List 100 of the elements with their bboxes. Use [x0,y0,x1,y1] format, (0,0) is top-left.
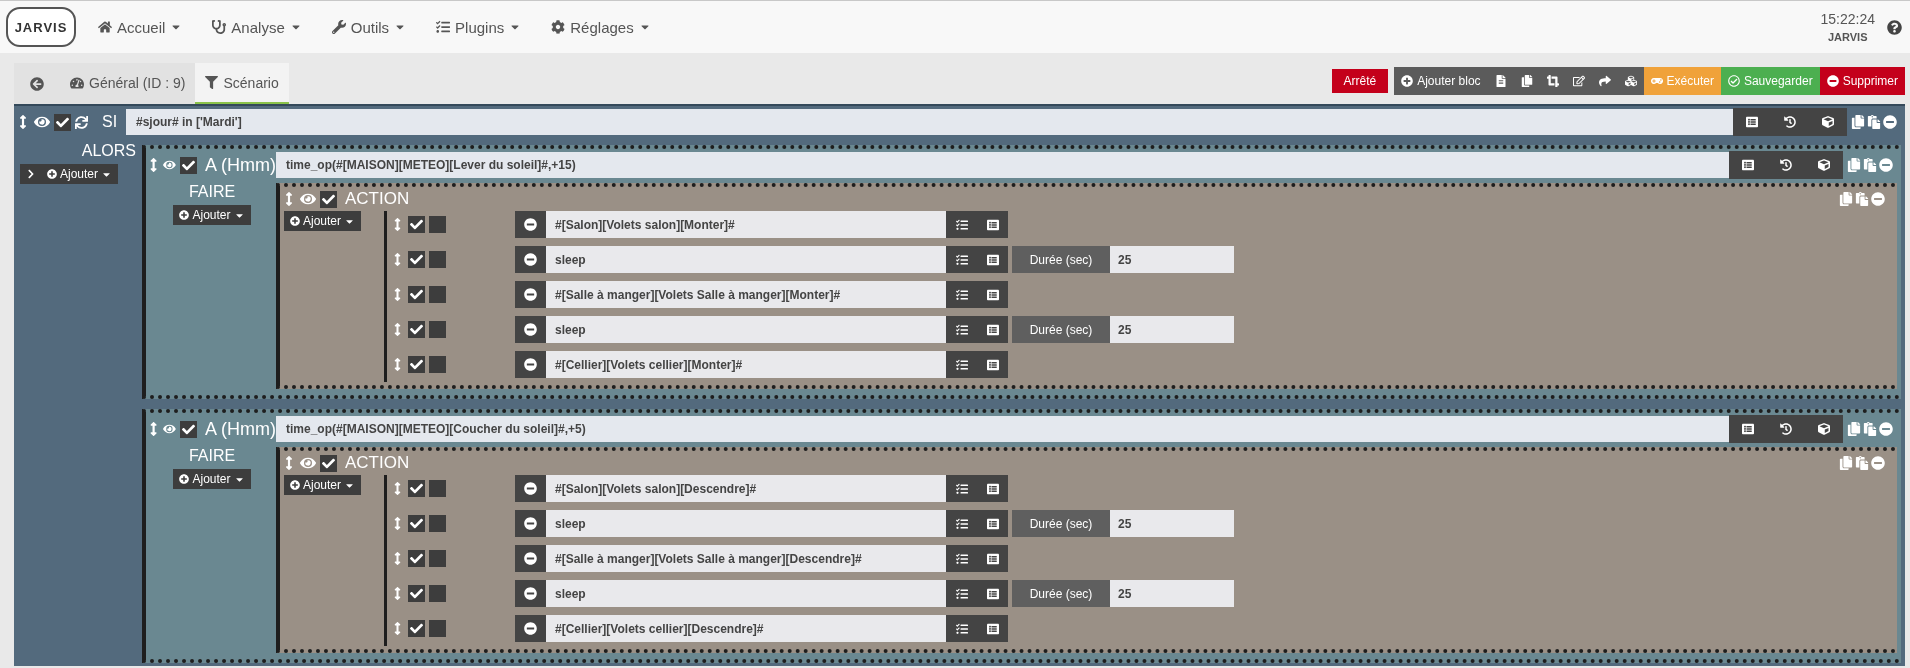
remove-button[interactable] [515,281,546,308]
menu-item[interactable]: Analyse [212,18,302,36]
remove-button[interactable] [515,351,546,378]
checkbox[interactable] [320,190,337,208]
list-button[interactable] [977,510,1008,537]
refresh-icon[interactable] [75,115,88,129]
list-button[interactable] [977,246,1008,273]
remove-button[interactable] [515,246,546,273]
remove-icon[interactable] [1879,158,1893,172]
paste-icon[interactable] [1863,158,1877,172]
checkbox[interactable] [408,585,425,602]
list-button[interactable] [977,615,1008,642]
remove-icon[interactable] [1879,422,1893,436]
command-field[interactable]: sleep [546,246,946,273]
remove-icon[interactable] [1871,456,1885,470]
checkbox[interactable] [408,515,425,532]
checklist-button[interactable] [946,580,977,607]
command-field[interactable]: #[Cellier][Volets cellier][Monter]# [546,351,946,378]
cubes-button[interactable] [1617,66,1644,95]
checklist-button[interactable] [946,246,977,273]
option-field[interactable]: 25 [1110,510,1234,537]
checkbox[interactable] [429,620,446,637]
checkbox[interactable] [429,321,446,338]
menu-item[interactable]: Outils [331,18,407,36]
add-button[interactable]: Ajouter [173,205,251,225]
checklist-button[interactable] [946,475,977,502]
remove-icon[interactable] [1871,192,1885,206]
remove-button[interactable] [515,316,546,343]
option-field[interactable]: 25 [1110,316,1234,343]
checkbox[interactable] [429,356,446,373]
checkbox[interactable] [408,356,425,373]
command-field[interactable]: #[Salle à manger][Volets Salle à manger][Descendre]# [546,545,946,572]
add-button[interactable]: Ajouter [173,469,251,489]
tab[interactable]: Général (ID : 9) [60,63,196,104]
checklist-button[interactable] [946,316,977,343]
command-field[interactable]: #[Salle à manger][Volets Salle à manger][Monter]# [546,281,946,308]
action-button[interactable]: Supprimer [1819,66,1905,95]
paste-icon[interactable] [1867,115,1881,129]
checkbox[interactable] [429,251,446,268]
command-field[interactable]: #[Cellier][Volets cellier][Descendre]# [546,615,946,642]
menu-item[interactable]: Plugins [436,18,522,36]
option-field[interactable]: 25 [1110,580,1234,607]
checklist-button[interactable] [946,510,977,537]
checkbox[interactable] [429,585,446,602]
checkbox[interactable] [429,550,446,567]
eye-icon[interactable] [300,191,316,207]
checkbox[interactable] [180,420,197,438]
checklist-button[interactable] [946,351,977,378]
remove-button[interactable] [515,510,546,537]
paste-icon[interactable] [1855,192,1869,206]
remove-button[interactable] [515,475,546,502]
copy-icon[interactable] [1839,456,1853,470]
option-field[interactable]: 25 [1110,246,1234,273]
list-button[interactable] [977,281,1008,308]
menu-item[interactable]: Réglages [551,18,651,36]
checkbox[interactable] [180,156,197,174]
command-field[interactable]: sleep [546,580,946,607]
remove-icon[interactable] [1883,115,1897,129]
copy-icon[interactable] [1851,115,1865,129]
eye-icon[interactable] [300,455,316,471]
copy-icon[interactable] [1839,192,1853,206]
checkbox[interactable] [429,480,446,497]
list-button[interactable] [977,351,1008,378]
tab[interactable]: Scénario [195,63,289,104]
paste-icon[interactable] [1855,456,1869,470]
checkbox[interactable] [429,515,446,532]
command-field[interactable]: sleep [546,510,946,537]
copy-icon[interactable] [1847,158,1861,172]
eye-icon[interactable] [34,114,50,130]
add-button[interactable]: Ajouter [284,475,362,495]
add-block-button[interactable]: Ajouter bloc [1394,66,1488,95]
checkbox[interactable] [408,480,425,497]
command-field[interactable]: sleep [546,316,946,343]
logo[interactable]: JARVIS [6,7,76,47]
list-button[interactable] [977,545,1008,572]
list-button[interactable] [977,580,1008,607]
remove-button[interactable] [515,211,546,238]
remove-button[interactable] [515,580,546,607]
condition-field[interactable]: #sjour# in ['Mardi'] [126,109,1733,135]
list-button[interactable] [977,316,1008,343]
copy-icon[interactable] [1847,422,1861,436]
help-icon[interactable] [1887,19,1902,35]
checkbox[interactable] [408,321,425,338]
checkbox[interactable] [408,251,425,268]
paste-icon[interactable] [1863,422,1877,436]
list-button[interactable] [977,475,1008,502]
add-button[interactable]: Ajouter [20,164,119,184]
checkbox[interactable] [408,286,425,303]
list-button[interactable] [977,211,1008,238]
add-button[interactable]: Ajouter [284,211,362,231]
command-field[interactable]: #[Salon][Volets salon][Monter]# [546,211,946,238]
menu-item[interactable]: Accueil [98,18,183,36]
expression-field[interactable]: time_op(#[MAISON][METEO][Lever du soleil]#,+15) [276,152,1729,178]
checklist-button[interactable] [946,615,977,642]
remove-button[interactable] [515,615,546,642]
checkbox[interactable] [54,113,71,131]
checklist-button[interactable] [946,211,977,238]
command-field[interactable]: #[Salon][Volets salon][Descendre]# [546,475,946,502]
expression-field[interactable]: time_op(#[MAISON][METEO][Coucher du soleil]#,+5) [276,416,1729,442]
checkbox[interactable] [408,620,425,637]
